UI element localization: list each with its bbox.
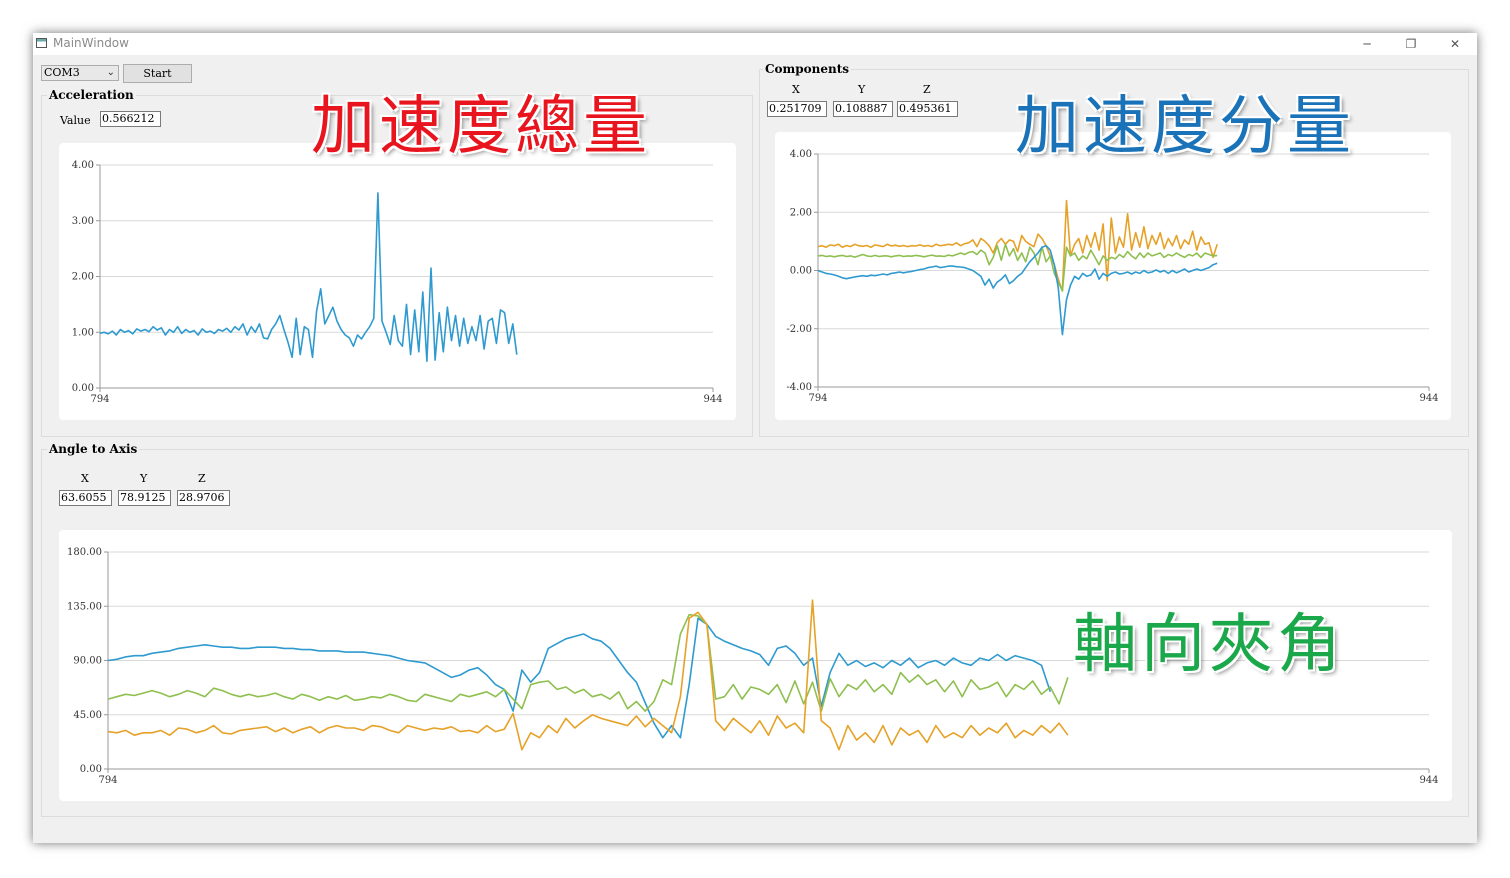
minimize-icon: ─ (1363, 37, 1371, 51)
x-tick-label: 794 (90, 394, 109, 405)
overlay-components-label: 加速度分量 (1015, 90, 1355, 164)
angle-x-label: X (81, 472, 89, 485)
close-icon: ✕ (1449, 37, 1461, 51)
acceleration-group-label: Acceleration (47, 88, 136, 102)
components-group-label: Components (763, 62, 852, 76)
angle-y-label: Y (140, 472, 148, 485)
y-tick-label: -2.00 (786, 324, 812, 335)
x-tick-label: 794 (98, 775, 117, 786)
series-line (99, 192, 518, 362)
components-y-field[interactable]: 0.108887 (833, 101, 893, 117)
series-line (107, 617, 1052, 739)
close-button[interactable]: ✕ (1433, 33, 1477, 55)
components-z-label: Z (923, 83, 931, 96)
overlay-total-label: 加速度總量 (311, 90, 651, 164)
acceleration-value-field[interactable]: 0.566212 (100, 111, 161, 127)
angle-z-label: Z (198, 472, 206, 485)
x-tick-label: 944 (703, 394, 722, 405)
overlay-angle-label: 軸向夾角 (1073, 608, 1345, 682)
y-tick-label: 180.00 (67, 547, 102, 558)
y-tick-label: 135.00 (67, 601, 102, 612)
acceleration-chart: 4.00 3.00 2.00 1.00 0.00 794 944 (59, 143, 736, 420)
chevron-down-icon: ⌄ (106, 67, 115, 78)
window-title: MainWindow (53, 36, 129, 50)
angle-y-field[interactable]: 78.9125 (118, 490, 171, 506)
start-button[interactable]: Start (123, 64, 192, 83)
y-tick-label: 90.00 (73, 656, 102, 667)
app-icon (36, 38, 47, 48)
y-tick-label: 4.00 (72, 160, 94, 171)
components-x-label: X (792, 83, 800, 96)
components-y-label: Y (858, 83, 866, 96)
angle-x-field[interactable]: 63.6055 (59, 490, 112, 506)
angle-group-label: Angle to Axis (47, 442, 140, 456)
x-tick-label: 944 (1419, 775, 1438, 786)
series-line (107, 613, 1069, 712)
x-tick-label: 944 (1419, 393, 1438, 404)
y-tick-label: 4.00 (790, 149, 812, 160)
y-tick-label: 0.00 (790, 266, 812, 277)
restore-icon: ❐ (1405, 37, 1417, 51)
components-chart: 4.00 2.00 0.00 -2.00 -4.00 794 944 (775, 132, 1451, 420)
restore-button[interactable]: ❐ (1389, 33, 1433, 55)
y-tick-label: 0.00 (72, 383, 94, 394)
y-tick-label: 0.00 (80, 764, 102, 775)
y-tick-label: -4.00 (786, 382, 812, 393)
y-tick-label: 1.00 (72, 327, 94, 338)
components-x-field[interactable]: 0.251709 (767, 101, 827, 117)
minimize-button[interactable]: ─ (1345, 33, 1389, 55)
y-tick-label: 2.00 (790, 207, 812, 218)
y-tick-label: 45.00 (73, 710, 102, 721)
y-tick-label: 3.00 (72, 216, 94, 227)
series-line (107, 599, 1069, 751)
port-value: COM3 (44, 66, 80, 79)
y-tick-label: 2.00 (72, 272, 94, 283)
title-bar[interactable]: MainWindow ─ ❐ ✕ (33, 33, 1477, 55)
value-label: Value (60, 114, 91, 127)
main-window: MainWindow ─ ❐ ✕ COM3 ⌄ Start Accelerati… (33, 33, 1477, 843)
components-z-field[interactable]: 0.495361 (897, 101, 958, 117)
x-tick-label: 794 (808, 393, 827, 404)
angle-z-field[interactable]: 28.9706 (177, 490, 230, 506)
port-select[interactable]: COM3 ⌄ (41, 65, 119, 81)
